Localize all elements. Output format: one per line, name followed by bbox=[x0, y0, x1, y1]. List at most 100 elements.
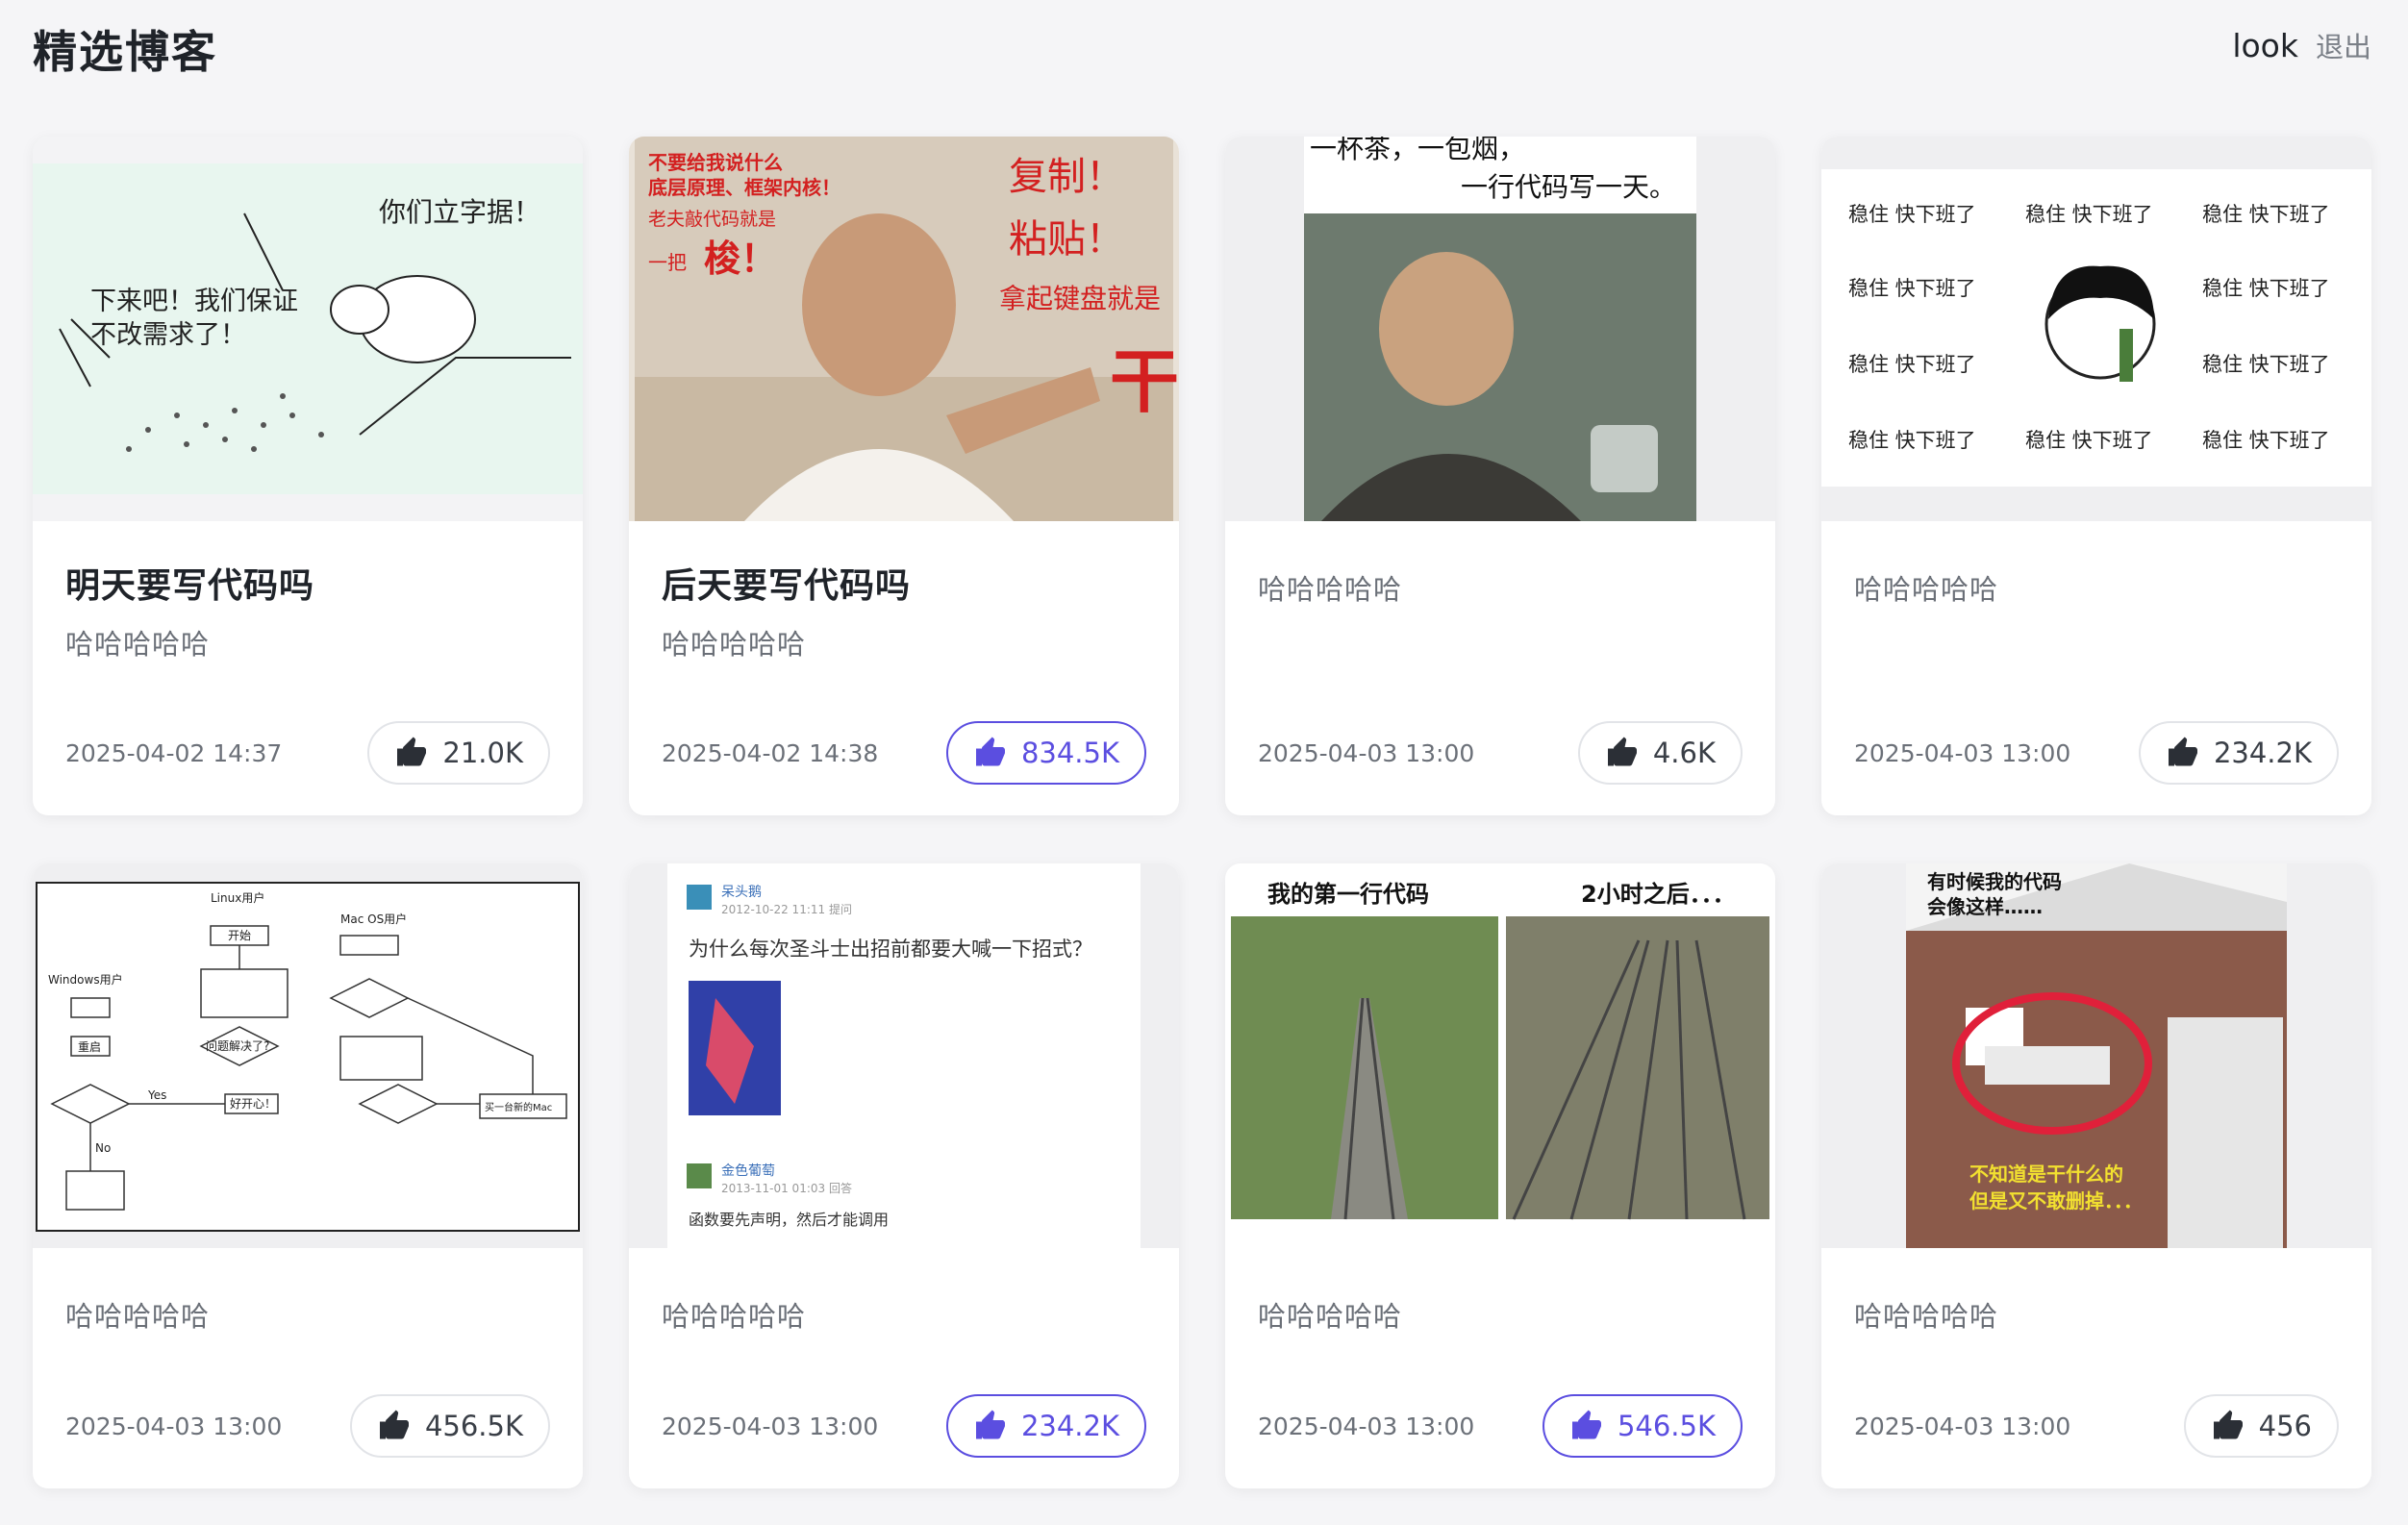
like-button[interactable]: 456 bbox=[2183, 1394, 2339, 1458]
flowchart-label: 买一台新的Mac bbox=[485, 1101, 552, 1113]
like-button[interactable]: 834.5K bbox=[945, 721, 1146, 785]
flowchart-label: 重启 bbox=[78, 1040, 101, 1054]
card-description: 哈哈哈哈哈 bbox=[662, 1300, 807, 1333]
blog-card[interactable]: 一杯茶，一包烟， 一行代码写一天。 哈哈哈哈哈 2025-04-03 13:00… bbox=[1225, 137, 1775, 815]
meme-caption: 干 bbox=[1110, 341, 1179, 422]
card-image: 一杯茶，一包烟， 一行代码写一天。 bbox=[1225, 137, 1775, 521]
like-button[interactable]: 4.6K bbox=[1577, 721, 1743, 785]
like-count: 21.0K bbox=[442, 737, 523, 769]
card-description: 哈哈哈哈哈 bbox=[1258, 1300, 1403, 1333]
meme-caption: 稳住 快下班了 bbox=[2202, 277, 2330, 300]
meme-caption: 有时候我的代码 bbox=[1927, 870, 2062, 893]
meme-caption: 稳住 快下班了 bbox=[1848, 277, 1976, 300]
card-date: 2025-04-03 13:00 bbox=[1258, 1412, 1475, 1440]
card-description: 哈哈哈哈哈 bbox=[65, 628, 211, 661]
flowchart-label: Linux用户 bbox=[211, 890, 264, 905]
flowchart-label: 好开心！ bbox=[230, 1097, 276, 1111]
meme-caption: 下来吧！我们保证 bbox=[90, 287, 298, 316]
meme-caption: 稳住 快下班了 bbox=[2202, 429, 2330, 452]
card-image: 你们立字据！ 下来吧！我们保证 不改需求了！ bbox=[33, 137, 583, 521]
user-area: look 退出 bbox=[2232, 25, 2371, 65]
card-title: 明天要写代码吗 bbox=[65, 566, 315, 606]
blog-card[interactable]: 有时候我的代码 会像这样…… 不知道是干什么的 但是又不敢删掉．．． 哈哈哈哈哈… bbox=[1821, 863, 2371, 1488]
meme-caption: 梭！ bbox=[704, 238, 777, 280]
thumbs-up-icon bbox=[394, 736, 429, 770]
flowchart-label: Windows用户 bbox=[48, 972, 123, 987]
thumbs-up-icon bbox=[1569, 1409, 1604, 1443]
like-button[interactable]: 456.5K bbox=[349, 1394, 550, 1458]
meme-caption: 复制！ bbox=[1009, 155, 1124, 199]
qa-question: 为什么每次圣斗士出招前都要大喊一下招式？ bbox=[689, 938, 1092, 961]
card-image: Linux用户 Mac OS用户 Windows用户 开始 重启 问题解决了? … bbox=[33, 863, 583, 1248]
blog-card[interactable]: 稳住 快下班了 稳住 快下班了 稳住 快下班了 稳住 快下班了 稳住 快下班了 … bbox=[1821, 137, 2371, 815]
meme-caption: 稳住 快下班了 bbox=[1848, 203, 1976, 226]
thumbs-up-icon bbox=[1605, 736, 1640, 770]
qa-meta: 2013-11-01 01:03 回答 bbox=[721, 1181, 852, 1195]
meme-illustration: 你们立字据！ 下来吧！我们保证 不改需求了！ bbox=[33, 137, 583, 521]
like-count: 546.5K bbox=[1617, 1410, 1716, 1442]
like-count: 4.6K bbox=[1652, 737, 1716, 769]
blog-card[interactable]: 我的第一行代码 2小时之后．．． 哈哈哈哈哈 2025-04-03 13:00 … bbox=[1225, 863, 1775, 1488]
card-date: 2025-04-03 13:00 bbox=[65, 1412, 283, 1440]
flowchart-image: Linux用户 Mac OS用户 Windows用户 开始 重启 问题解决了? … bbox=[36, 882, 580, 1232]
like-count: 234.2K bbox=[2213, 737, 2312, 769]
qa-username: 呆头鹅 bbox=[721, 884, 762, 900]
page-title: 精选博客 bbox=[33, 26, 217, 78]
meme-caption: 稳住 快下班了 bbox=[2202, 203, 2330, 226]
card-image: 我的第一行代码 2小时之后．．． bbox=[1225, 863, 1775, 1248]
blog-card[interactable]: 不要给我说什么 底层原理、框架内核！ 老夫敲代码就是 一把 梭！ 复制！ 粘贴！… bbox=[629, 137, 1179, 815]
meme-caption: 一杯茶，一包烟， bbox=[1310, 137, 1525, 164]
qa-screenshot-image: 呆头鹅 2012-10-22 11:11 提问 为什么每次圣斗士出招前都要大喊一… bbox=[667, 863, 1141, 1248]
flowchart-label: Yes bbox=[147, 1088, 166, 1102]
meme-caption: 稳住 快下班了 bbox=[2025, 203, 2153, 226]
meme-caption: 但是又不敢删掉．．． bbox=[1969, 1189, 2143, 1212]
qa-meta: 2012-10-22 11:11 提问 bbox=[721, 902, 852, 916]
meme-photo: 不要给我说什么 底层原理、框架内核！ 老夫敲代码就是 一把 梭！ 复制！ 粘贴！… bbox=[635, 137, 1179, 521]
meme-photo: 一杯茶，一包烟， 一行代码写一天。 bbox=[1304, 137, 1696, 521]
meme-caption: 2小时之后．．． bbox=[1581, 881, 1736, 908]
blog-card[interactable]: Linux用户 Mac OS用户 Windows用户 开始 重启 问题解决了? … bbox=[33, 863, 583, 1488]
thumbs-up-icon bbox=[377, 1409, 412, 1443]
card-description: 哈哈哈哈哈 bbox=[65, 1300, 211, 1333]
flowchart-label: 问题解决了? bbox=[206, 1039, 269, 1053]
page-header: 精选博客 look 退出 bbox=[0, 0, 2408, 92]
card-description: 哈哈哈哈哈 bbox=[1854, 1300, 1999, 1333]
blog-grid: 你们立字据！ 下来吧！我们保证 不改需求了！ 明天要写代码吗 哈哈哈哈哈 202… bbox=[33, 137, 2375, 1488]
meme-illustration: 稳住 快下班了 稳住 快下班了 稳住 快下班了 稳住 快下班了 稳住 快下班了 … bbox=[1821, 169, 2371, 487]
flowchart-label: Mac OS用户 bbox=[340, 912, 407, 926]
like-count: 456.5K bbox=[424, 1410, 523, 1442]
card-date: 2025-04-02 14:37 bbox=[65, 739, 283, 767]
blog-card[interactable]: 你们立字据！ 下来吧！我们保证 不改需求了！ 明天要写代码吗 哈哈哈哈哈 202… bbox=[33, 137, 583, 815]
meme-caption: 稳住 快下班了 bbox=[2025, 429, 2153, 452]
meme-photo: 我的第一行代码 2小时之后．．． bbox=[1225, 863, 1775, 1248]
like-button[interactable]: 234.2K bbox=[945, 1394, 1146, 1458]
qa-username: 金色葡萄 bbox=[721, 1162, 775, 1179]
like-button[interactable]: 234.2K bbox=[2138, 721, 2339, 785]
thumbs-up-icon bbox=[2211, 1409, 2245, 1443]
meme-caption: 不要给我说什么 bbox=[648, 151, 783, 174]
meme-photo: 有时候我的代码 会像这样…… 不知道是干什么的 但是又不敢删掉．．． bbox=[1906, 863, 2287, 1248]
card-image: 不要给我说什么 底层原理、框架内核！ 老夫敲代码就是 一把 梭！ 复制！ 粘贴！… bbox=[629, 137, 1179, 521]
like-button[interactable]: 21.0K bbox=[367, 721, 550, 785]
meme-caption: 一行代码写一天。 bbox=[1461, 171, 1676, 203]
card-date: 2025-04-03 13:00 bbox=[1258, 739, 1475, 767]
thumbs-up-icon bbox=[2166, 736, 2200, 770]
card-description: 哈哈哈哈哈 bbox=[1258, 573, 1403, 606]
meme-caption: 稳住 快下班了 bbox=[1848, 353, 1976, 376]
card-description: 哈哈哈哈哈 bbox=[1854, 573, 1999, 606]
meme-caption: 老夫敲代码就是 bbox=[648, 209, 776, 230]
meme-caption: 稳住 快下班了 bbox=[2202, 353, 2330, 376]
flowchart-label: 开始 bbox=[228, 929, 251, 942]
like-count: 234.2K bbox=[1020, 1410, 1119, 1442]
meme-caption: 一把 bbox=[648, 251, 687, 274]
meme-caption: 你们立字据！ bbox=[379, 196, 540, 228]
like-button[interactable]: 546.5K bbox=[1542, 1394, 1743, 1458]
blog-card[interactable]: 呆头鹅 2012-10-22 11:11 提问 为什么每次圣斗士出招前都要大喊一… bbox=[629, 863, 1179, 1488]
meme-caption: 底层原理、框架内核！ bbox=[648, 176, 840, 199]
card-date: 2025-04-03 13:00 bbox=[1854, 739, 2071, 767]
card-description: 哈哈哈哈哈 bbox=[662, 628, 807, 661]
meme-caption: 拿起键盘就是 bbox=[999, 283, 1161, 314]
card-date: 2025-04-03 13:00 bbox=[662, 1412, 879, 1440]
card-date: 2025-04-03 13:00 bbox=[1854, 1412, 2071, 1440]
logout-button[interactable]: 退出 bbox=[2316, 25, 2371, 65]
